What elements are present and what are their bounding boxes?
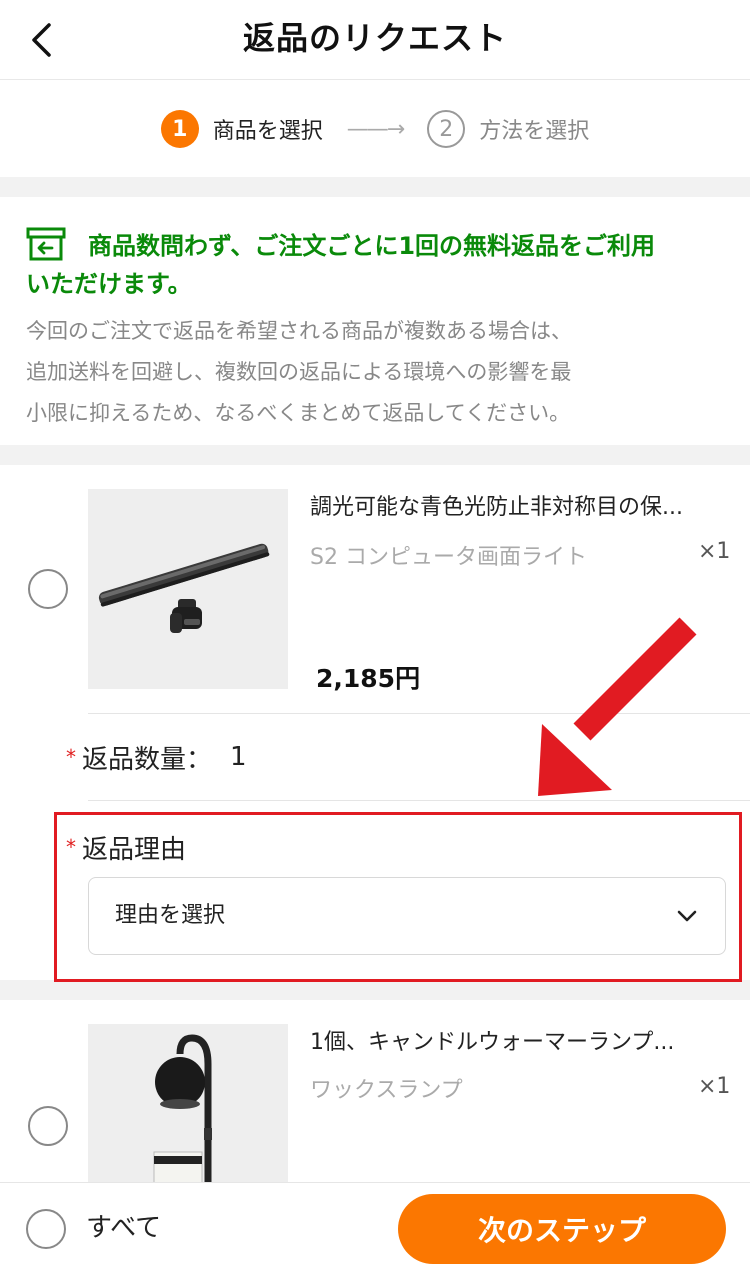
return-quantity-row: * 返品数量： 1 xyxy=(66,737,247,777)
select-all-label[interactable]: すべて xyxy=(86,1205,161,1251)
product-card: 1個、キャンドルウォーマーランプ... ワックスランプ ×1 xyxy=(0,1000,750,1182)
product-image xyxy=(88,1024,288,1182)
notice-body-line1: 今回のご注文で返品を希望される商品が複数ある場合は、 xyxy=(26,319,572,343)
next-step-button[interactable]: 次のステップ xyxy=(398,1194,726,1264)
product-select-radio[interactable] xyxy=(28,1106,68,1146)
product-image xyxy=(88,489,288,689)
light-bar-image xyxy=(88,489,288,689)
notice-body-line3: 小限に抑えるため、なるべくまとめて返品してください。 xyxy=(26,401,571,425)
section-gap xyxy=(0,445,750,465)
select-all-radio[interactable] xyxy=(26,1209,66,1249)
divider xyxy=(88,713,750,714)
return-quantity-label: 返品数量： xyxy=(82,744,213,775)
candle-lamp-image xyxy=(88,1024,288,1182)
chevron-down-icon xyxy=(677,910,697,922)
section-gap xyxy=(0,177,750,197)
return-box-icon xyxy=(26,227,66,261)
notice-body: 今回のご注文で返品を希望される商品が複数ある場合は、 追加送料を回避し、複数回の… xyxy=(26,311,724,434)
product-title[interactable]: 1個、キャンドルウォーマーランプ... xyxy=(310,1024,726,1056)
product-variant: S2 コンピュータ画面ライト xyxy=(310,545,587,570)
step-2-label: 方法を選択 xyxy=(479,119,590,144)
free-return-notice: 商品数問わず、ご注文ごとに1回の無料返品をご利用 いただけます。 今回のご注文で… xyxy=(0,197,750,445)
required-mark: * xyxy=(66,745,76,769)
required-mark: * xyxy=(66,835,76,859)
step-1-number: 1 xyxy=(160,110,199,148)
notice-body-line2: 追加送料を回避し、複数回の返品による環境への影響を最 xyxy=(26,360,572,384)
product-quantity: ×1 xyxy=(698,1074,731,1099)
product-quantity: ×1 xyxy=(698,539,731,564)
top-bar: 返品のリクエスト xyxy=(0,0,750,80)
step-indicator: 1 商品を選択 ——→ 2 方法を選択 xyxy=(0,81,750,177)
product-title[interactable]: 調光可能な青色光防止非対称目の保... xyxy=(310,489,726,521)
product-select-radio[interactable] xyxy=(28,569,68,609)
bottom-action-bar: すべて 次のステップ xyxy=(0,1182,750,1287)
return-reason-label: 返品理由 xyxy=(82,834,187,865)
notice-title-line2: いただけます。 xyxy=(26,270,192,298)
page-title: 返品のリクエスト xyxy=(242,19,507,57)
return-quantity-value: 1 xyxy=(230,742,247,772)
return-reason-select[interactable]: 理由を選択 xyxy=(88,877,726,955)
step-1: 1 商品を選択 xyxy=(160,110,323,148)
notice-title-line1: 商品数問わず、ご注文ごとに1回の無料返品をご利用 xyxy=(88,232,656,260)
return-reason-select-value: 理由を選択 xyxy=(115,903,226,928)
divider xyxy=(88,800,750,801)
product-variant: ワックスランプ xyxy=(310,1078,463,1103)
step-2-number: 2 xyxy=(427,110,466,148)
step-2: 2 方法を選択 xyxy=(427,110,589,148)
step-arrow: ——→ xyxy=(346,116,405,142)
notice-title: 商品数問わず、ご注文ごとに1回の無料返品をご利用 いただけます。 xyxy=(26,227,724,303)
return-reason-label-row: * 返品理由 xyxy=(66,827,186,867)
section-gap xyxy=(0,980,750,1000)
step-1-label: 商品を選択 xyxy=(212,119,323,144)
product-card: 調光可能な青色光防止非対称目の保... S2 コンピュータ画面ライト ×1 2,… xyxy=(0,465,750,980)
product-price: 2,185円 xyxy=(316,664,421,693)
